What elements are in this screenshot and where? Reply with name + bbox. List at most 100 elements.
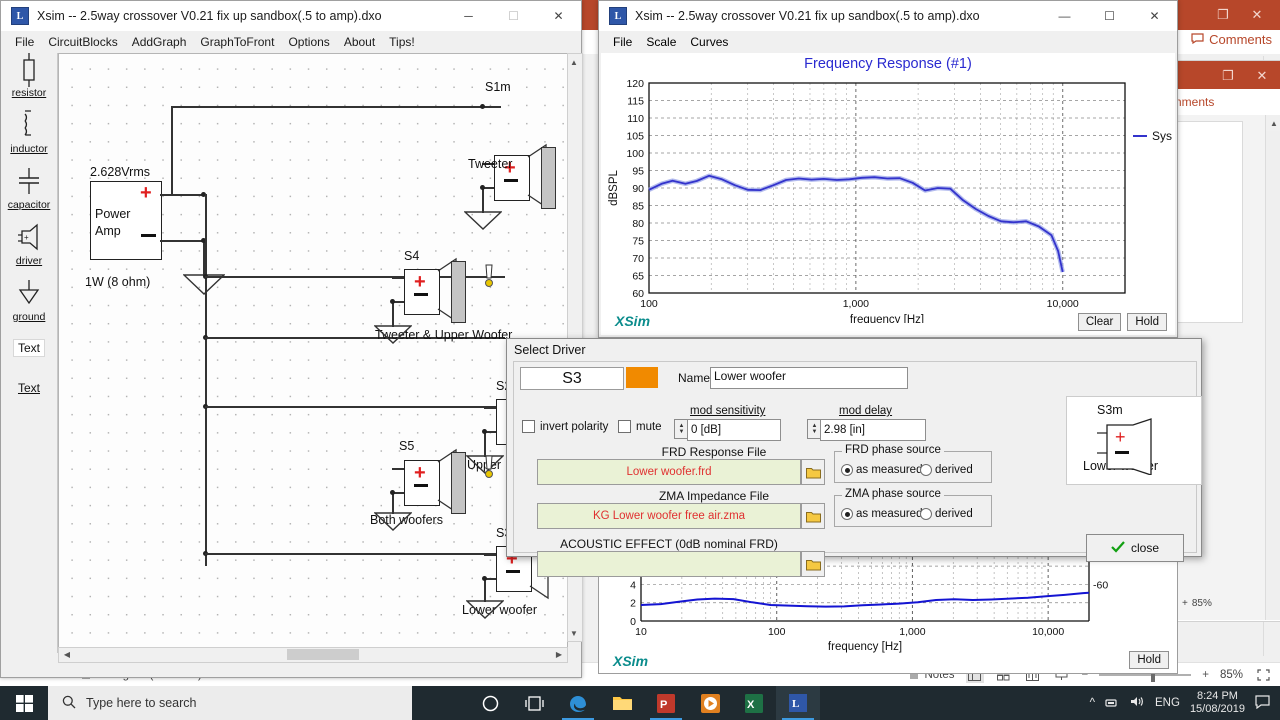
hscroll-thumb[interactable] [287, 649, 359, 660]
powerpoint-inner-restore-icon[interactable]: ❐ [1211, 65, 1245, 87]
powerpoint-inner-window-buttons[interactable]: ❐ ✕ [1211, 65, 1279, 87]
hold-button[interactable]: Hold [1127, 313, 1167, 331]
zma-phase-derived-radio[interactable]: derived [920, 508, 973, 520]
svg-text:75: 75 [632, 236, 644, 248]
mute-checkbox[interactable]: mute [618, 420, 662, 433]
start-button[interactable] [0, 686, 48, 720]
minimize-icon[interactable]: ─ [446, 1, 491, 30]
xsim-main-menubar[interactable]: File CircuitBlocks AddGraph GraphToFront… [1, 31, 581, 53]
graph-minimize-icon[interactable]: — [1042, 1, 1087, 30]
graph-menu-file[interactable]: File [606, 35, 639, 49]
graph-menu-scale[interactable]: Scale [639, 35, 683, 49]
graph-button-group[interactable]: Clear Hold [1077, 313, 1167, 331]
schematic-scroll-down-icon[interactable]: ▼ [568, 625, 580, 641]
checkbox-icon[interactable] [618, 420, 631, 433]
search-input[interactable]: Type here to search [48, 686, 412, 720]
spinner-down-icon[interactable]: ▼ [812, 429, 818, 435]
powerpoint-restore-icon[interactable]: ❐ [1206, 4, 1240, 26]
powerpoint-window-buttons[interactable]: ❐ ✕ [1206, 4, 1274, 26]
zoom-in-button[interactable]: + [1202, 669, 1209, 681]
radio-icon[interactable] [920, 508, 932, 520]
tool-inductor[interactable]: inductor [1, 109, 57, 165]
clear-button[interactable]: Clear [1077, 313, 1122, 331]
powerpoint-inner-comments[interactable]: omments [1161, 89, 1280, 115]
tool-driver[interactable]: + driver [1, 221, 57, 277]
xsim-graph-window-buttons[interactable]: — ☐ ✕ [1042, 1, 1177, 30]
radio-icon[interactable] [841, 464, 853, 476]
fit-slide-icon[interactable] [1254, 667, 1272, 683]
mod-delay-input[interactable]: 2.98 [in] [820, 419, 926, 441]
inner-zoom-plus[interactable]: + [1182, 598, 1188, 609]
radio-icon[interactable] [841, 508, 853, 520]
menu-item-options[interactable]: Options [281, 35, 336, 49]
impedance-hold-button[interactable]: Hold [1129, 651, 1169, 669]
tool-text-label[interactable]: Text [1, 373, 57, 413]
schematic-scroll-up-icon[interactable]: ▲ [568, 54, 580, 70]
close-icon[interactable]: ✕ [536, 1, 581, 30]
tool-ground[interactable]: ground [1, 277, 57, 333]
cortana-icon[interactable] [468, 686, 512, 720]
mod-sensitivity-input[interactable]: 0 [dB] [687, 419, 781, 441]
powerpoint-inner-scrollbar[interactable]: ▲ [1265, 115, 1280, 620]
graph-menu-curves[interactable]: Curves [683, 35, 735, 49]
xsim-icon[interactable]: L [776, 686, 820, 720]
powerpoint-inner-zoom[interactable]: + 85% [1182, 598, 1212, 609]
close-button[interactable]: close [1086, 534, 1184, 562]
taskbar-clock[interactable]: 8:24 PM 15/08/2019 [1190, 690, 1245, 716]
menu-item-about[interactable]: About [337, 35, 382, 49]
frequency-response-plot[interactable]: Frequency Response (#1) 60 65 70 75 80 85 90 95… [601, 53, 1175, 335]
frd-browse-button[interactable] [801, 459, 825, 485]
volume-icon[interactable] [1130, 695, 1145, 711]
schematic-scroll-right-icon[interactable]: ▶ [551, 648, 567, 660]
media-player-icon[interactable] [688, 686, 732, 720]
tool-resistor[interactable]: resistor [1, 53, 57, 109]
schematic-hscrollbar[interactable]: ◀ ▶ [58, 647, 568, 663]
driver-reference-field[interactable]: S3 [520, 367, 624, 390]
radio-icon[interactable] [920, 464, 932, 476]
graph-maximize-icon[interactable]: ☐ [1087, 1, 1132, 30]
frd-phase-as-measured-radio[interactable]: as measured [841, 464, 922, 476]
frd-response-file-value[interactable]: Lower woofer.frd [537, 459, 801, 485]
zma-browse-button[interactable] [801, 503, 825, 529]
acoustic-effect-value[interactable] [537, 551, 801, 577]
zoom-percent-label[interactable]: 85% [1220, 669, 1243, 681]
menu-item-tips[interactable]: Tips! [382, 35, 422, 49]
driver-name-input[interactable]: Lower woofer [710, 367, 908, 389]
tool-capacitor[interactable]: capacitor [1, 165, 57, 221]
menu-item-graphtofront[interactable]: GraphToFront [193, 35, 281, 49]
frd-phase-derived-radio[interactable]: derived [920, 464, 973, 476]
checkbox-icon[interactable] [522, 420, 535, 433]
powerpoint-close-icon[interactable]: ✕ [1240, 4, 1274, 26]
action-center-icon[interactable] [1255, 694, 1270, 712]
edge-icon[interactable] [556, 686, 600, 720]
zma-phase-as-measured-radio[interactable]: as measured [841, 508, 922, 520]
task-view-icon[interactable] [512, 686, 556, 720]
schematic-canvas[interactable]: Power Amp + 2.628Vrms 1W (8 ohm) + S1m T… [58, 53, 568, 655]
language-indicator[interactable]: ENG [1155, 697, 1180, 709]
xsim-graph-menubar[interactable]: File Scale Curves [599, 31, 1177, 53]
menu-item-circuitblocks[interactable]: CircuitBlocks [41, 35, 124, 49]
menu-item-file[interactable]: File [8, 35, 41, 49]
acoustic-browse-button[interactable] [801, 551, 825, 577]
powerpoint-icon[interactable]: P [644, 686, 688, 720]
preview-reference-label: S3m [1097, 403, 1123, 417]
xsim-main-window-buttons[interactable]: ─ ☐ ✕ [446, 1, 581, 30]
schematic-scroll-left-icon[interactable]: ◀ [59, 648, 75, 660]
invert-polarity-checkbox[interactable]: invert polarity [522, 420, 608, 433]
driver-color-swatch[interactable] [626, 367, 658, 388]
powerpoint-inner-close-icon[interactable]: ✕ [1245, 65, 1279, 87]
menu-item-addgraph[interactable]: AddGraph [125, 35, 194, 49]
zma-impedance-file-value[interactable]: KG Lower woofer free air.zma [537, 503, 801, 529]
spinner-down-icon[interactable]: ▼ [679, 429, 685, 435]
excel-icon[interactable]: X [732, 686, 776, 720]
maximize-icon[interactable]: ☐ [491, 1, 536, 30]
wire [205, 194, 207, 566]
graph-close-icon[interactable]: ✕ [1132, 1, 1177, 30]
show-hidden-icons-icon[interactable]: ^ [1090, 697, 1095, 709]
file-explorer-icon[interactable] [600, 686, 644, 720]
inner-scroll-up-icon[interactable]: ▲ [1266, 115, 1280, 131]
network-icon[interactable] [1105, 695, 1120, 711]
powerpoint-comments-button[interactable]: Comments [1191, 32, 1272, 47]
tool-text-box[interactable]: Text [1, 333, 57, 373]
frd-response-file-label: FRD Response File [661, 445, 767, 459]
